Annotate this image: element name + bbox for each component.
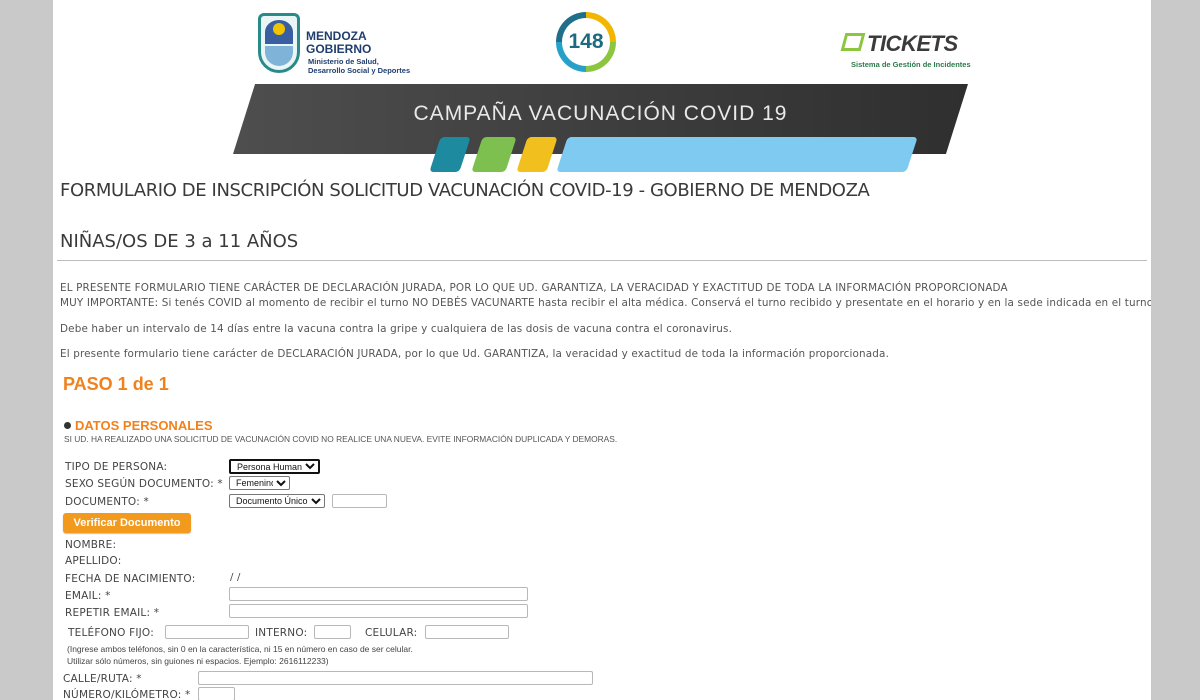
- bullet-icon: [64, 422, 71, 429]
- mendoza-shield-icon: [258, 13, 300, 73]
- fecha-nacimiento-label: FECHA DE NACIMIENTO:: [65, 573, 196, 585]
- page-subtitle: NIÑAS/OS DE 3 a 11 AÑOS: [60, 231, 299, 252]
- mendoza-logo-title: MENDOZA GOBIERNO: [306, 29, 372, 56]
- nombre-label: NOMBRE:: [65, 539, 117, 551]
- documento-label: DOCUMENTO: *: [65, 496, 149, 508]
- form-page: MENDOZA GOBIERNO Ministerio de Salud, De…: [53, 0, 1151, 700]
- repetir-email-label: REPETIR EMAIL: *: [65, 607, 160, 619]
- banner-title: CAMPAÑA VACUNACIÓN COVID 19: [413, 102, 788, 125]
- phone-help-line-1: (Ingrese ambos teléfonos, sin 0 en la ca…: [67, 644, 413, 654]
- interno-label: INTERNO:: [255, 627, 308, 639]
- repetir-email-input[interactable]: [229, 604, 528, 618]
- section-title: DATOS PERSONALES: [75, 418, 213, 433]
- step-indicator: PASO 1 de 1: [63, 374, 169, 394]
- divider: [57, 260, 1147, 261]
- celular-input[interactable]: [425, 625, 509, 639]
- telefono-input[interactable]: [165, 625, 249, 639]
- celular-label: CELULAR:: [365, 627, 418, 639]
- tipo-persona-label: TIPO DE PERSONA:: [65, 461, 168, 473]
- interno-input[interactable]: [314, 625, 351, 639]
- declaration-notice: EL PRESENTE FORMULARIO TIENE CARÁCTER DE…: [60, 282, 1008, 294]
- tickets-logo: TICKETS Sistema de Gestión de Incidentes: [840, 31, 971, 71]
- sexo-label: SEXO SEGÚN DOCUMENTO: *: [65, 478, 223, 490]
- calle-input[interactable]: [198, 671, 593, 685]
- numero-label: NÚMERO/KILÓMETRO: *: [63, 689, 191, 700]
- duplicate-notice: SI UD. HA REALIZADO UNA SOLICITUD DE VAC…: [64, 434, 618, 444]
- mendoza-government-logo: MENDOZA GOBIERNO Ministerio de Salud, De…: [258, 13, 410, 79]
- mendoza-logo-subtitle: Ministerio de Salud, Desarrollo Social y…: [308, 57, 411, 75]
- verify-document-button[interactable]: Verificar Documento: [63, 513, 191, 533]
- calle-label: CALLE/RUTA: *: [63, 673, 142, 685]
- phone-help-line-2: Utilizar sólo números, sin guiones ni es…: [67, 656, 329, 666]
- declaration-notice-2: El presente formulario tiene carácter de…: [60, 348, 890, 360]
- apellido-label: APELLIDO:: [65, 555, 122, 567]
- covid-warning: MUY IMPORTANTE: Si tenés COVID al moment…: [60, 297, 1151, 309]
- documento-type-select[interactable]: Documento Único: [229, 494, 325, 508]
- page-title: FORMULARIO DE INSCRIPCIÓN SOLICITUD VACU…: [60, 180, 870, 201]
- fecha-nacimiento-value: / /: [230, 572, 241, 583]
- telefono-label: TELÉFONO FIJO:: [68, 627, 154, 639]
- ticket-icon: [840, 33, 866, 51]
- banner-stripe-blue: [556, 137, 918, 172]
- email-label: EMAIL: *: [65, 590, 111, 602]
- section-header: DATOS PERSONALES: [64, 418, 212, 433]
- tipo-persona-select[interactable]: Persona Humana: [229, 459, 320, 474]
- numero-input[interactable]: [198, 687, 235, 700]
- documento-number-input[interactable]: [332, 494, 387, 508]
- sexo-select[interactable]: Femenino: [229, 476, 290, 490]
- email-input[interactable]: [229, 587, 528, 601]
- hotline-148-logo: 148: [556, 12, 616, 72]
- interval-notice: Debe haber un intervalo de 14 días entre…: [60, 323, 733, 335]
